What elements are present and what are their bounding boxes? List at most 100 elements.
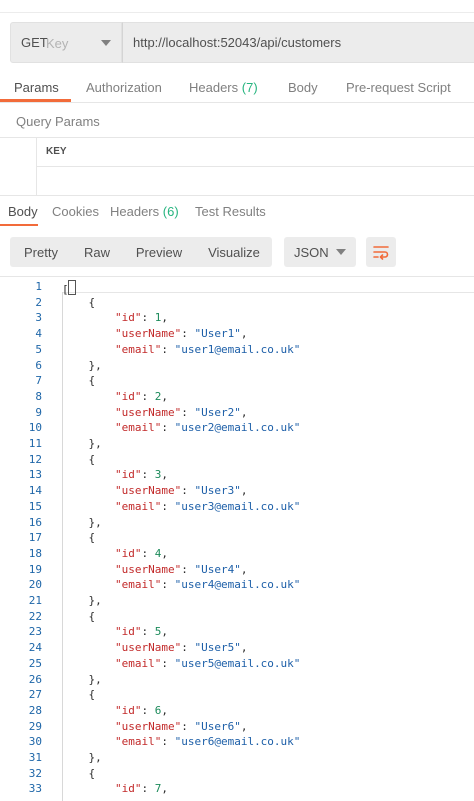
json-key: "id" bbox=[114, 468, 142, 482]
code-line: "id": 3, bbox=[62, 468, 168, 484]
line-number: 7 bbox=[35, 374, 42, 388]
json-string: "user5@email.co.uk" bbox=[174, 656, 301, 670]
line-number: 20 bbox=[28, 578, 42, 592]
code-line: "email": "user5@email.co.uk" bbox=[62, 657, 300, 673]
line-number: 33 bbox=[28, 782, 42, 796]
json-punctuation: }, bbox=[62, 751, 102, 764]
code-line: { bbox=[62, 453, 95, 469]
json-punctuation: , bbox=[161, 389, 168, 403]
code-line: "userName": "User6", bbox=[62, 720, 247, 736]
tab-response-body[interactable]: Body bbox=[8, 204, 38, 219]
line-number: 24 bbox=[28, 641, 42, 655]
active-response-tab-indicator bbox=[0, 224, 38, 226]
wrap-lines-icon bbox=[373, 246, 389, 260]
divider bbox=[0, 195, 474, 196]
json-punctuation bbox=[62, 657, 115, 670]
query-params-title: Query Params bbox=[16, 114, 100, 129]
json-punctuation: }, bbox=[62, 358, 102, 372]
format-label: JSON bbox=[294, 244, 329, 260]
tab-pre-request-script[interactable]: Pre-request Script bbox=[346, 80, 451, 95]
view-mode-preview[interactable]: Preview bbox=[122, 237, 196, 267]
json-punctuation: { bbox=[62, 452, 96, 466]
json-punctuation: }, bbox=[62, 437, 102, 450]
line-number: 13 bbox=[28, 468, 42, 482]
json-string: "user6@email.co.uk" bbox=[174, 735, 301, 749]
json-punctuation bbox=[62, 547, 115, 560]
tab-params[interactable]: Params bbox=[14, 80, 59, 95]
response-headers-count: (6) bbox=[162, 204, 179, 219]
json-key: "userName" bbox=[114, 641, 182, 655]
json-punctuation bbox=[62, 500, 115, 513]
wrap-lines-button[interactable] bbox=[366, 237, 396, 267]
line-number: 16 bbox=[28, 515, 42, 529]
json-key: "email" bbox=[114, 499, 162, 513]
json-punctuation: , bbox=[240, 405, 248, 419]
json-punctuation: : bbox=[161, 342, 175, 356]
code-line: "email": "user4@email.co.uk" bbox=[62, 578, 300, 594]
json-punctuation: , bbox=[161, 311, 168, 325]
json-punctuation: : bbox=[161, 656, 175, 670]
json-punctuation: : bbox=[181, 562, 195, 576]
code-line: }, bbox=[62, 358, 102, 375]
line-number: 14 bbox=[28, 484, 42, 498]
code-line: "userName": "User4", bbox=[62, 563, 247, 579]
json-punctuation: { bbox=[62, 688, 96, 702]
code-line: { bbox=[62, 531, 95, 547]
window-top-strip bbox=[0, 0, 474, 13]
json-key: "userName" bbox=[114, 327, 182, 341]
json-punctuation: : bbox=[181, 719, 195, 733]
response-body-viewer[interactable]: 1 [2 {3 "id": 1, 4 "userName": "User1", 5 "… bbox=[0, 276, 474, 801]
json-punctuation bbox=[62, 421, 115, 434]
line-number: 10 bbox=[28, 421, 42, 435]
json-string: "User6" bbox=[194, 719, 241, 733]
line-number: 8 bbox=[35, 389, 42, 403]
json-key: "userName" bbox=[114, 405, 182, 419]
json-key: "id" bbox=[114, 546, 142, 560]
key-input[interactable]: Key bbox=[46, 36, 68, 51]
view-mode-raw[interactable]: Raw bbox=[72, 237, 122, 267]
line-number: 2 bbox=[35, 295, 42, 309]
json-string: "User4" bbox=[194, 562, 241, 576]
tab-test-results[interactable]: Test Results bbox=[195, 204, 266, 219]
json-punctuation: }, bbox=[62, 594, 102, 607]
query-params-header: KEY bbox=[36, 138, 474, 167]
json-key: "email" bbox=[114, 421, 162, 435]
json-key: "id" bbox=[114, 782, 142, 796]
code-line: "id": 7, bbox=[62, 782, 168, 798]
json-punctuation: , bbox=[161, 703, 168, 717]
json-punctuation: : bbox=[161, 421, 175, 435]
line-number: 22 bbox=[28, 609, 42, 623]
request-tabs: Params Authorization Headers (7) Body Pr… bbox=[0, 76, 474, 103]
json-punctuation bbox=[62, 390, 115, 403]
format-dropdown[interactable]: JSON bbox=[284, 237, 356, 267]
code-line: { bbox=[62, 610, 95, 626]
json-punctuation: , bbox=[240, 641, 248, 655]
json-punctuation: : bbox=[161, 499, 175, 513]
json-punctuation: }, bbox=[62, 672, 102, 686]
line-number: 26 bbox=[28, 672, 42, 686]
tab-headers[interactable]: Headers (7) bbox=[189, 80, 258, 95]
tab-cookies[interactable]: Cookies bbox=[52, 204, 99, 219]
json-punctuation bbox=[62, 327, 115, 340]
code-line: "email": "user1@email.co.uk" bbox=[62, 343, 300, 359]
json-key: "id" bbox=[114, 389, 142, 403]
code-line: "email": "user6@email.co.uk" bbox=[62, 735, 300, 751]
text-cursor bbox=[67, 280, 76, 295]
json-punctuation: , bbox=[161, 625, 168, 639]
active-tab-indicator bbox=[0, 99, 71, 102]
tab-response-headers[interactable]: Headers (6) bbox=[110, 204, 179, 219]
json-string: "User5" bbox=[194, 641, 241, 655]
tab-authorization[interactable]: Authorization bbox=[86, 80, 162, 95]
line-number: 27 bbox=[28, 688, 42, 702]
json-punctuation bbox=[62, 484, 115, 497]
json-string: "user3@email.co.uk" bbox=[174, 499, 301, 513]
code-line: "userName": "User2", bbox=[62, 406, 247, 422]
view-mode-visualize[interactable]: Visualize bbox=[196, 237, 272, 267]
json-string: "User3" bbox=[194, 484, 241, 498]
tab-body[interactable]: Body bbox=[288, 80, 318, 95]
code-line: }, bbox=[62, 751, 102, 767]
json-punctuation: : bbox=[181, 641, 195, 655]
url-input[interactable]: http://localhost:52043/api/customers bbox=[122, 22, 474, 63]
view-mode-pretty[interactable]: Pretty bbox=[10, 237, 72, 267]
line-number: 30 bbox=[28, 735, 42, 749]
